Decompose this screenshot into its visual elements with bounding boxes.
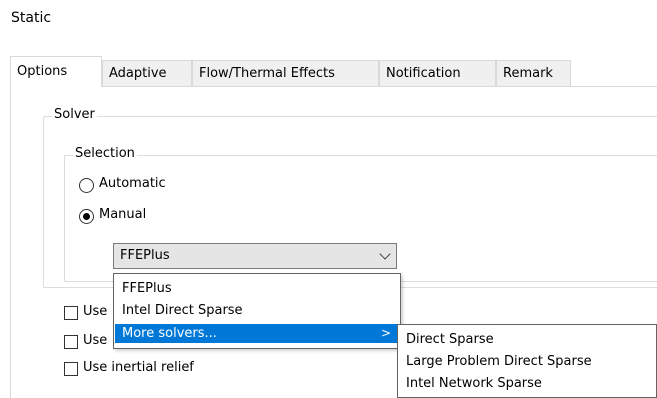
automatic-radio[interactable] bbox=[79, 178, 94, 193]
checkbox-2-label[interactable]: Use bbox=[83, 333, 107, 348]
manual-radio[interactable] bbox=[79, 209, 94, 224]
checkbox-1[interactable] bbox=[64, 306, 78, 320]
solver-combo-value: FFEPlus bbox=[120, 248, 170, 263]
chevron-down-icon[interactable] bbox=[379, 248, 391, 260]
submenu-item-intel-network-sparse[interactable]: Intel Network Sparse bbox=[406, 374, 542, 394]
selection-group-label: Selection bbox=[73, 146, 137, 161]
tab-flow-thermal-effects[interactable]: Flow/Thermal Effects bbox=[192, 60, 379, 86]
automatic-radio-label[interactable]: Automatic bbox=[99, 176, 166, 191]
dropdown-item-more-solvers[interactable]: More solvers... > bbox=[115, 324, 399, 343]
tab-adaptive[interactable]: Adaptive bbox=[102, 60, 192, 86]
submenu-item-large-problem-direct-sparse[interactable]: Large Problem Direct Sparse bbox=[406, 352, 592, 372]
chevron-right-icon: > bbox=[380, 326, 391, 340]
manual-radio-label[interactable]: Manual bbox=[99, 207, 146, 222]
tab-remark[interactable]: Remark bbox=[496, 60, 571, 86]
solver-combo[interactable]: FFEPlus bbox=[113, 243, 397, 269]
checkbox-2[interactable] bbox=[64, 335, 78, 349]
more-solvers-submenu: Direct Sparse Large Problem Direct Spars… bbox=[397, 324, 657, 398]
tab-options[interactable]: Options bbox=[10, 56, 102, 87]
radio-selected-dot bbox=[83, 213, 90, 220]
inertial-relief-label[interactable]: Use inertial relief bbox=[83, 360, 194, 375]
tab-notification[interactable]: Notification bbox=[379, 60, 496, 86]
solver-group-label: Solver bbox=[52, 107, 97, 122]
solver-dropdown-list: FFEPlus Intel Direct Sparse More solvers… bbox=[113, 273, 401, 349]
checkbox-1-label[interactable]: Use bbox=[83, 304, 107, 319]
dropdown-item-intel-direct-sparse[interactable]: Intel Direct Sparse bbox=[115, 301, 399, 320]
submenu-item-direct-sparse[interactable]: Direct Sparse bbox=[406, 330, 494, 350]
dropdown-item-ffeplus[interactable]: FFEPlus bbox=[115, 279, 399, 298]
inertial-relief-checkbox[interactable] bbox=[64, 362, 78, 376]
dropdown-item-more-solvers-label: More solvers... bbox=[122, 326, 217, 341]
window-title: Static bbox=[11, 10, 52, 26]
